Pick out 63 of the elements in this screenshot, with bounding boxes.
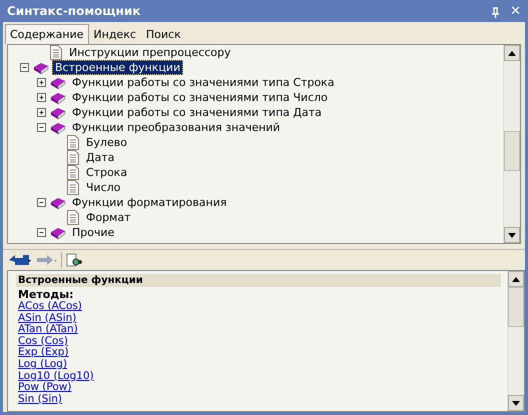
tab[interactable]: Индекс	[88, 24, 142, 44]
section-heading: Встроенные функции	[16, 274, 501, 287]
down-arrow-icon	[512, 400, 520, 406]
tree-item[interactable]: Функции преобразования значений	[69, 120, 284, 135]
tree-item[interactable]: Встроенные функции	[52, 60, 184, 75]
window-title: Синтакс-помощник	[7, 4, 140, 18]
collapse-toggle[interactable]	[37, 228, 46, 237]
scrollbar[interactable]	[507, 271, 524, 411]
tree-item[interactable]: Формат	[83, 210, 134, 225]
down-arrow-icon	[508, 232, 516, 238]
back-button[interactable]	[9, 254, 31, 266]
tree-item[interactable]: Число	[83, 180, 124, 195]
document-icon	[67, 135, 79, 150]
method-link[interactable]: Cos (Cos)	[16, 336, 68, 348]
scrollbar-thumb[interactable]	[504, 131, 520, 171]
up-arrow-icon	[512, 276, 520, 282]
tree-item[interactable]: Инструкции препроцессору	[66, 45, 234, 60]
tree-item[interactable]: Функции работы со значениями типа Число	[69, 90, 331, 105]
tree-item[interactable]: Функции работы со значениями типа Дата	[69, 105, 325, 120]
find-button[interactable]	[66, 253, 82, 267]
method-link[interactable]: ACos (ACos)	[16, 301, 82, 313]
document-search-icon	[66, 253, 82, 267]
pin-icon[interactable]	[491, 6, 500, 18]
expand-toggle[interactable]	[37, 108, 46, 117]
scrollbar-thumb[interactable]	[508, 287, 524, 327]
document-icon	[67, 150, 79, 165]
collapse-toggle[interactable]	[37, 198, 46, 207]
collapse-toggle[interactable]	[37, 123, 46, 132]
tree-item[interactable]: Булево	[83, 135, 130, 150]
book-icon	[50, 76, 66, 90]
close-button[interactable]: ✕	[510, 4, 521, 18]
tree-item[interactable]: Прочие	[69, 225, 118, 240]
document-icon	[67, 180, 79, 195]
method-link[interactable]: Pow (Pow)	[16, 382, 72, 394]
left-arrow-icon	[9, 254, 31, 266]
method-link[interactable]: Exp (Exp)	[16, 347, 69, 359]
method-link[interactable]: Log (Log)	[16, 358, 68, 371]
tree-item[interactable]: Функции форматирования	[69, 195, 230, 210]
method-link[interactable]: ATan (ATan)	[16, 324, 78, 336]
tree-item[interactable]: Дата	[83, 150, 118, 165]
expand-toggle[interactable]	[37, 93, 46, 102]
document-icon	[67, 165, 79, 180]
book-icon	[50, 106, 66, 120]
scrollbar[interactable]	[503, 45, 520, 243]
book-icon	[33, 60, 49, 74]
document-icon	[50, 45, 62, 60]
tab[interactable]: Содержание	[5, 24, 89, 44]
tree-item[interactable]: Строка	[83, 165, 130, 180]
document-icon	[67, 210, 79, 225]
method-link[interactable]: ASin (ASin)	[16, 312, 76, 324]
book-icon	[50, 90, 66, 104]
book-icon	[50, 120, 66, 134]
method-link[interactable]: Log10 (Log10)	[16, 370, 94, 382]
method-link[interactable]: Sin (Sin)	[16, 394, 62, 406]
expand-toggle[interactable]	[37, 78, 46, 87]
methods-label: Методы:	[17, 287, 75, 301]
book-icon	[50, 226, 66, 240]
book-icon	[50, 196, 66, 210]
up-arrow-icon	[508, 50, 516, 56]
tab[interactable]: Поиск	[141, 24, 186, 44]
tree-item[interactable]: Функции работы со значениями типа Строка	[69, 75, 338, 90]
right-arrow-icon	[35, 254, 57, 266]
collapse-toggle[interactable]	[20, 63, 29, 72]
